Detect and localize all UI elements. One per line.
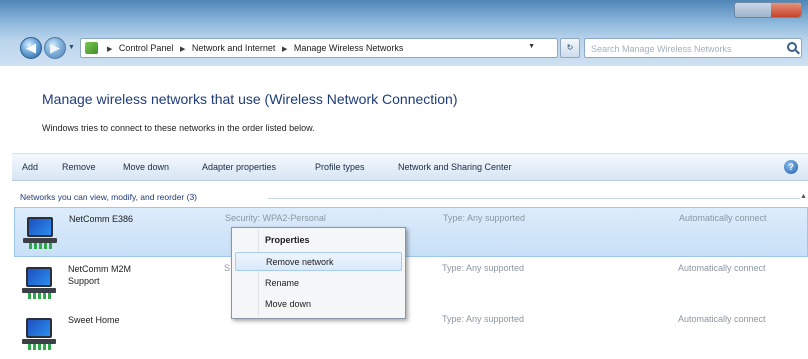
network-auto-connect: Automatically connect — [678, 314, 766, 324]
menu-item-remove-network[interactable]: Remove network — [235, 252, 402, 271]
remove-button[interactable]: Remove — [62, 162, 96, 172]
address-dropdown-icon[interactable]: ▼ — [528, 43, 535, 50]
context-menu: Properties Remove network Rename Move do… — [231, 227, 406, 319]
add-button[interactable]: Add — [22, 162, 38, 172]
network-row-sweet-home[interactable]: Sweet Home Type: Any supported Automatic… — [14, 309, 808, 359]
network-name-line1: NetComm E386 — [69, 214, 134, 224]
network-name: NetComm M2M Support — [68, 263, 131, 287]
search-box[interactable] — [584, 38, 802, 58]
forward-arrow-icon: ▶ — [50, 40, 60, 55]
breadcrumb-separator-icon: ▶ — [107, 46, 113, 53]
network-name-line2: Support — [68, 276, 100, 286]
search-icon[interactable] — [787, 42, 797, 52]
network-row-netcomm-m2m[interactable]: NetComm M2M Support S Type: Any supporte… — [14, 258, 808, 308]
menu-item-move-down[interactable]: Move down — [235, 295, 402, 314]
window-caption-buttons[interactable] — [734, 2, 802, 18]
breadcrumb-separator-icon[interactable]: ▶ — [282, 46, 287, 53]
command-toolbar: Add Remove Move down Adapter properties … — [12, 153, 808, 181]
wireless-network-icon — [23, 217, 57, 249]
group-divider — [268, 198, 800, 199]
breadcrumb-control-panel[interactable]: Control Panel — [119, 43, 174, 53]
close-window-button[interactable] — [771, 3, 801, 17]
recent-pages-dropdown[interactable]: ▼ — [68, 44, 76, 52]
back-button[interactable]: ◀ — [20, 37, 42, 59]
group-header: Networks you can view, modify, and reord… — [20, 192, 197, 202]
network-name: NetComm E386 — [69, 213, 133, 225]
network-auto-connect: Automatically connect — [678, 263, 766, 273]
adapter-properties-button[interactable]: Adapter properties — [202, 162, 276, 172]
network-type: Type: Any supported — [442, 263, 525, 273]
collapse-group-icon[interactable]: ▲ — [800, 193, 807, 200]
move-down-button[interactable]: Move down — [123, 162, 169, 172]
network-security: Security: WPA2-Personal — [225, 213, 326, 223]
network-type: Type: Any supported — [443, 213, 526, 223]
forward-button[interactable]: ▶ — [44, 37, 66, 59]
network-auto-connect: Automatically connect — [679, 213, 767, 223]
wireless-network-icon — [22, 318, 56, 350]
breadcrumb-network-and-internet[interactable]: Network and Internet — [192, 43, 276, 53]
network-name-line1: NetComm M2M — [68, 264, 132, 274]
breadcrumb-manage-wireless-networks[interactable]: Manage Wireless Networks — [294, 43, 404, 53]
network-row-netcomm-e386[interactable]: NetComm E386 Security: WPA2-Personal Typ… — [14, 207, 808, 257]
menu-item-rename[interactable]: Rename — [235, 274, 402, 293]
search-input[interactable] — [591, 42, 776, 55]
address-bar[interactable]: ▶ Control Panel ▶ Network and Internet ▶… — [80, 38, 558, 58]
breadcrumb-separator-icon[interactable]: ▶ — [180, 46, 185, 53]
refresh-button[interactable]: ↻ — [560, 38, 580, 58]
network-sharing-center-button[interactable]: Network and Sharing Center — [398, 162, 512, 172]
profile-types-button[interactable]: Profile types — [315, 162, 365, 172]
back-arrow-icon: ◀ — [26, 40, 36, 55]
help-icon[interactable]: ? — [784, 160, 798, 174]
page-title: Manage wireless networks that use (Wirel… — [42, 91, 458, 107]
wireless-network-icon — [22, 267, 56, 299]
breadcrumb: ▶ Control Panel ▶ Network and Internet ▶… — [103, 43, 403, 53]
network-type: Type: Any supported — [442, 314, 525, 324]
menu-item-properties[interactable]: Properties — [235, 231, 402, 250]
control-panel-icon — [85, 42, 98, 54]
window-title-bar: ◀ ▶ ▼ ▶ Control Panel ▶ Network and Inte… — [0, 0, 808, 66]
page-description: Windows tries to connect to these networ… — [42, 123, 315, 133]
network-security: S — [224, 263, 231, 273]
network-name: Sweet Home — [68, 314, 120, 326]
network-name-line1: Sweet Home — [68, 315, 120, 325]
